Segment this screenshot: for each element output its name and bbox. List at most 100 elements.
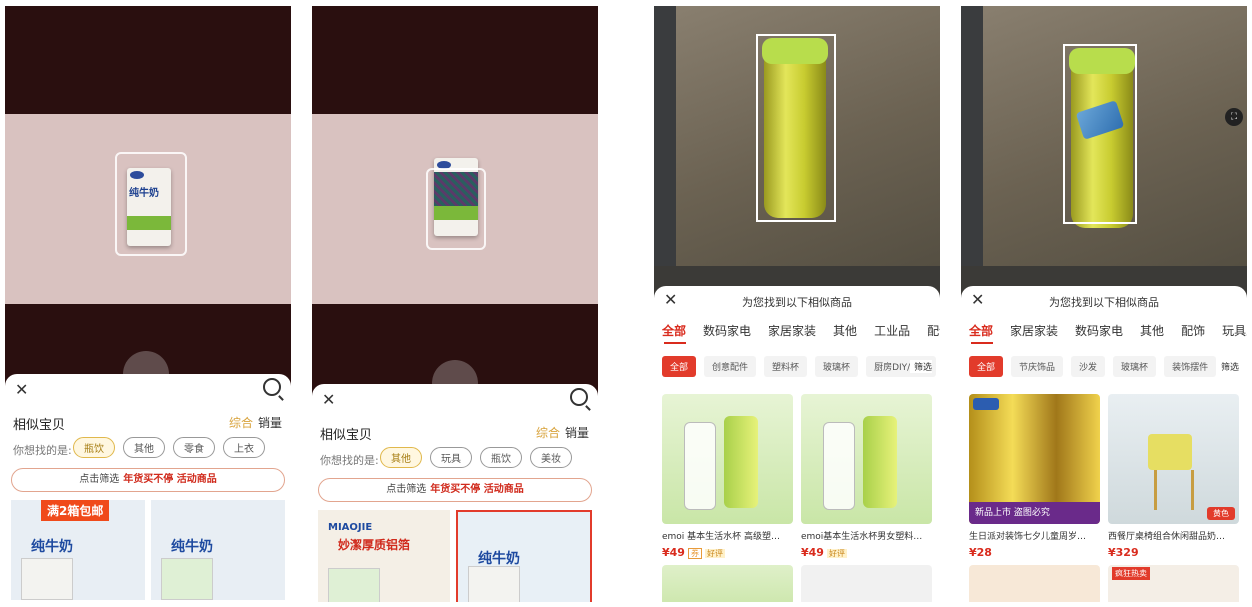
- product-card[interactable]: emoi 基本生活水杯 高级塑… ¥49 券好评: [662, 394, 793, 559]
- subtab-4[interactable]: 装饰摆件: [1164, 356, 1217, 377]
- tab-2[interactable]: 数码家电: [1075, 322, 1123, 339]
- banner-prefix: 点击筛选: [79, 474, 120, 485]
- chip-2[interactable]: 零食: [173, 437, 215, 458]
- color-tag: 黄色: [1207, 507, 1235, 520]
- sort-sales[interactable]: 销量: [565, 424, 589, 441]
- similar-items-sheet: ✕ 相似宝贝 综合 销量 你想找的是: 瓶饮 其他 零食 上衣 点击筛选 年货买不…: [5, 374, 291, 602]
- review-badge: 好评: [826, 549, 847, 558]
- subtab-0[interactable]: 全部: [969, 356, 1004, 377]
- tab-3[interactable]: 其他: [833, 322, 857, 339]
- filter-banner[interactable]: 点击筛选 年货买不停 活动商品: [318, 478, 592, 502]
- results-title: 为您找到以下相似商品: [742, 296, 852, 309]
- brand-logo: [973, 398, 999, 410]
- results-grid: emoi 基本生活水杯 高级塑… ¥49 券好评 emoi基本生活水杯男女塑料… …: [662, 394, 932, 602]
- tab-0[interactable]: 全部: [662, 322, 686, 339]
- chip-0[interactable]: 其他: [380, 447, 422, 468]
- tab-5[interactable]: 玩具乐: [1222, 322, 1247, 339]
- tab-4[interactable]: 工业品: [874, 322, 910, 339]
- category-tabs: 全部 数码家电 家居家装 其他 工业品 配饰: [662, 322, 940, 339]
- results-sheet: ✕ 为您找到以下相似商品 全部 家居家装 数码家电 其他 配饰 玩具乐 全部 节…: [961, 286, 1247, 602]
- sub-filters: 全部 节庆饰品 沙发 玻璃杯 装饰摆件: [969, 356, 1217, 377]
- chip-1[interactable]: 其他: [123, 437, 165, 458]
- product-price: ¥28: [969, 546, 992, 559]
- chip-1[interactable]: 玩具: [430, 447, 472, 468]
- image-caption: 新品上市 盗图必究: [969, 502, 1100, 524]
- subtab-3[interactable]: 玻璃杯: [1113, 356, 1157, 377]
- similar-items-sheet: ✕ 相似宝贝 综合 销量 你想找的是: 其他 玩具 瓶饮 美妆 点击筛选 年货买不…: [312, 384, 598, 602]
- product-thumb[interactable]: 满2箱包邮 纯牛奶: [11, 500, 145, 600]
- scan-frame[interactable]: [426, 168, 486, 250]
- promo-tag: 满2箱包邮: [41, 500, 110, 521]
- tab-1[interactable]: 数码家电: [703, 322, 751, 339]
- subtab-1[interactable]: 节庆饰品: [1011, 356, 1064, 377]
- chip-3[interactable]: 美妆: [530, 447, 572, 468]
- screen-bottle-scan: ✕ 为您找到以下相似商品 全部 数码家电 家居家装 其他 工业品 配饰 全部 创…: [654, 6, 940, 602]
- sort-comprehensive[interactable]: 综合: [229, 414, 253, 431]
- search-icon[interactable]: [263, 378, 281, 396]
- product-price: ¥49: [662, 546, 685, 559]
- product-card[interactable]: [662, 565, 793, 602]
- tab-2[interactable]: 家居家装: [768, 322, 816, 339]
- subtab-3[interactable]: 玻璃杯: [815, 356, 859, 377]
- product-card[interactable]: 新品上市 盗图必究 生日派对装饰七夕儿童周岁… ¥28: [969, 394, 1100, 559]
- product-price: ¥49: [801, 546, 824, 559]
- product-card[interactable]: [801, 565, 932, 602]
- product-card[interactable]: [969, 565, 1100, 602]
- results-grid: 新品上市 盗图必究 生日派对装饰七夕儿童周岁… ¥28 黄色 西餐厅桌椅组合休闲…: [969, 394, 1239, 602]
- search-icon[interactable]: [570, 388, 588, 406]
- tab-4[interactable]: 配饰: [1181, 322, 1205, 339]
- filter-button[interactable]: 筛选: [1216, 360, 1239, 373]
- scan-frame[interactable]: [1063, 44, 1137, 224]
- subtab-0[interactable]: 全部: [662, 356, 697, 377]
- subtab-1[interactable]: 创意配件: [704, 356, 757, 377]
- product-thumb[interactable]: 纯牛奶: [151, 500, 285, 600]
- product-card[interactable]: 疯狂热卖: [1108, 565, 1239, 602]
- category-chips: 瓶饮 其他 零食 上衣: [73, 437, 265, 458]
- scan-frame[interactable]: [115, 152, 187, 256]
- active-tab-indicator: [664, 342, 686, 344]
- filter-banner[interactable]: 点击筛选 年货买不停 活动商品: [11, 468, 285, 492]
- tab-1[interactable]: 家居家装: [1010, 322, 1058, 339]
- close-icon[interactable]: ✕: [322, 390, 335, 409]
- close-icon[interactable]: ✕: [15, 380, 28, 399]
- product-title: 纯牛奶: [171, 539, 213, 555]
- category-chips: 其他 玩具 瓶饮 美妆: [380, 447, 572, 468]
- result-thumbnails: MIAOJIE 妙潔厚质铝箔 纯牛奶: [318, 510, 592, 602]
- tab-3[interactable]: 其他: [1140, 322, 1164, 339]
- filter-button[interactable]: 筛选: [909, 360, 932, 373]
- product-image: [801, 565, 932, 602]
- question-label: 你想找的是:: [13, 444, 72, 457]
- sheet-title: 相似宝贝: [13, 418, 66, 433]
- crop-icon[interactable]: ⛶: [1225, 108, 1243, 126]
- scan-frame[interactable]: [756, 34, 836, 222]
- results-title: 为您找到以下相似商品: [1049, 296, 1159, 309]
- product-image: [801, 394, 932, 524]
- product-image: 黄色: [1108, 394, 1239, 524]
- product-card[interactable]: 黄色 西餐厅桌椅组合休闲甜品奶… ¥329: [1108, 394, 1239, 559]
- review-badge: 好评: [704, 549, 725, 558]
- screen-bottle-scan-2: ⛶ ✕ 为您找到以下相似商品 全部 家居家装 数码家电 其他 配饰 玩具乐 全部…: [961, 6, 1247, 602]
- result-thumbnails: 满2箱包邮 纯牛奶 纯牛奶: [11, 500, 285, 600]
- product-card[interactable]: emoi基本生活水杯男女塑料… ¥49 好评: [801, 394, 932, 559]
- product-title: 妙潔厚质铝箔: [338, 538, 411, 552]
- chip-2[interactable]: 瓶饮: [480, 447, 522, 468]
- subtab-2[interactable]: 塑料杯: [764, 356, 808, 377]
- banner-prefix: 点击筛选: [386, 484, 427, 495]
- product-title: 纯牛奶: [31, 539, 73, 555]
- product-image: 疯狂热卖: [1108, 565, 1239, 602]
- screen-milk-scan: 纯牛奶 ✕ 相似宝贝 综合 销量 你想找的是: 瓶饮 其他 零食 上衣 点击筛选…: [5, 6, 291, 602]
- product-image: [662, 565, 793, 602]
- tab-5[interactable]: 配饰: [927, 322, 940, 339]
- chip-0[interactable]: 瓶饮: [73, 437, 115, 458]
- product-thumb[interactable]: MIAOJIE 妙潔厚质铝箔: [318, 510, 450, 602]
- product-price: ¥329: [1108, 546, 1139, 559]
- category-tabs: 全部 家居家装 数码家电 其他 配饰 玩具乐: [969, 322, 1247, 339]
- tab-0[interactable]: 全部: [969, 322, 993, 339]
- subtab-2[interactable]: 沙发: [1071, 356, 1106, 377]
- sort-sales[interactable]: 销量: [258, 414, 282, 431]
- chip-3[interactable]: 上衣: [223, 437, 265, 458]
- product-thumb[interactable]: 纯牛奶: [456, 510, 592, 602]
- product-title: 纯牛奶: [478, 551, 520, 567]
- sub-filters: 全部 创意配件 塑料杯 玻璃杯 厨房DIY/小工: [662, 356, 937, 377]
- sort-comprehensive[interactable]: 综合: [536, 424, 560, 441]
